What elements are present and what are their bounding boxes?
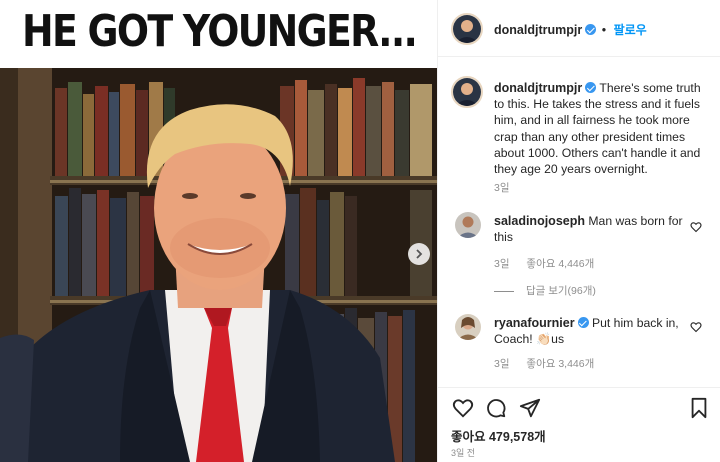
verified-badge-icon	[577, 317, 589, 328]
post-sidebar: donaldjtrumpjr • 팔로우 donaldjtrumpjr Ther…	[437, 0, 720, 462]
post-photo	[0, 68, 437, 462]
view-replies-button[interactable]: 답글 보기(96개)	[494, 283, 596, 298]
post-header: donaldjtrumpjr • 팔로우	[438, 0, 720, 57]
headline-band: HE GOT YOUNGER...	[0, 0, 437, 68]
follow-button[interactable]: 팔로우	[614, 23, 647, 37]
comment-likes[interactable]: 좋아요 3,446개	[526, 358, 594, 370]
like-comment-heart-icon[interactable]	[690, 221, 702, 233]
author-username[interactable]: donaldjtrumpjr	[494, 23, 582, 37]
post-actions: 좋아요 479,578개 3일 전	[438, 387, 720, 462]
verified-badge-icon	[585, 24, 597, 35]
replies-divider	[494, 290, 514, 292]
comment-text: saladinojoseph Man was born for this	[494, 213, 690, 245]
caption-body: There's some truth to this. He takes the…	[494, 81, 701, 177]
comment-age: 3일	[494, 258, 510, 270]
post-likes-count[interactable]: 좋아요 479,578개	[451, 426, 546, 445]
caption-text: donaldjtrumpjr There's some truth to thi…	[494, 80, 714, 177]
author-avatar[interactable]	[451, 13, 483, 45]
comment-meta: 3일 좋아요 4,446개	[494, 256, 608, 271]
post-media: HE GOT YOUNGER...	[0, 0, 437, 462]
headline-text: HE GOT YOUNGER...	[22, 6, 418, 57]
comment-username[interactable]: ryanafournier	[494, 316, 575, 330]
comment-text: ryanafournier Put him back in, Coach! 👏🏻…	[494, 315, 690, 347]
bookmark-icon[interactable]	[688, 397, 710, 419]
commenter-avatar[interactable]	[455, 314, 481, 340]
comment-username[interactable]: saladinojoseph	[494, 214, 585, 228]
next-media-button[interactable]	[408, 243, 430, 265]
verified-badge-icon	[585, 82, 597, 93]
chevron-right-icon	[416, 249, 423, 259]
heart-icon[interactable]	[452, 397, 474, 419]
caption-age: 3일	[494, 182, 510, 194]
comment-likes[interactable]: 좋아요 4,446개	[526, 258, 594, 270]
like-comment-heart-icon[interactable]	[690, 321, 702, 333]
caption-username[interactable]: donaldjtrumpjr	[494, 81, 582, 95]
share-icon[interactable]	[519, 397, 541, 419]
comment-meta: 3일 좋아요 3,446개	[494, 356, 608, 371]
caption-avatar[interactable]	[451, 76, 483, 108]
post-date: 3일 전	[451, 448, 476, 458]
view-replies-label: 답글 보기(96개)	[526, 285, 596, 297]
comment-age: 3일	[494, 358, 510, 370]
commenter-avatar[interactable]	[455, 212, 481, 238]
comment-icon[interactable]	[485, 397, 507, 419]
